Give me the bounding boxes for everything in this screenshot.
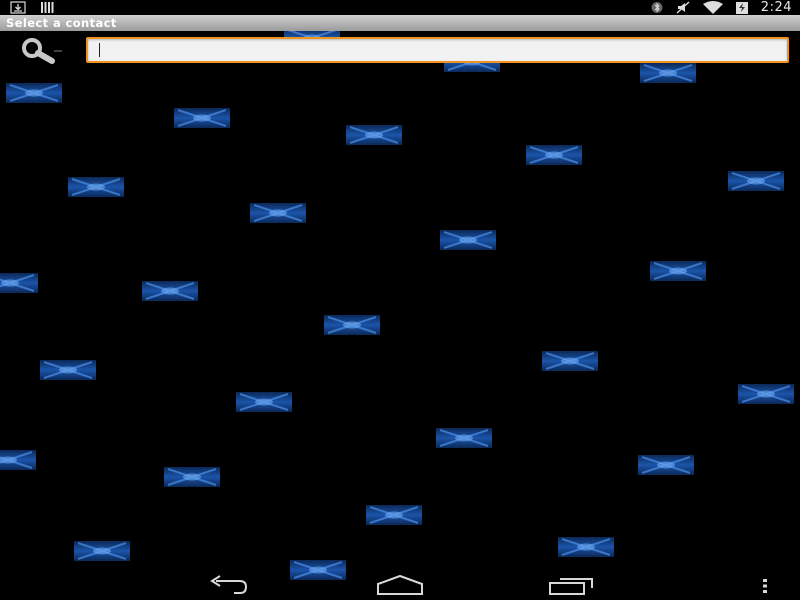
wallpaper-tile	[737, 383, 795, 405]
wallpaper-tile	[141, 280, 199, 302]
silent-mode-icon	[675, 1, 691, 14]
wallpaper-tile	[365, 504, 423, 526]
title-bar: Select a contact	[0, 15, 800, 31]
search-input[interactable]	[88, 39, 787, 62]
wallpaper-tile	[345, 124, 403, 146]
wallpaper-tile	[0, 272, 39, 294]
wallpaper-tile	[649, 260, 707, 282]
wallpaper-tile	[323, 314, 381, 336]
navigation-bar	[0, 568, 800, 600]
wallpaper-tile	[439, 229, 497, 251]
wallpaper-tile	[39, 359, 97, 381]
download-icon	[10, 1, 26, 14]
wallpaper-tile	[0, 449, 37, 471]
home-icon[interactable]	[376, 574, 424, 596]
contact-search-field[interactable]	[86, 37, 789, 63]
text-cursor	[99, 43, 100, 57]
wallpaper-tile	[435, 427, 493, 449]
status-clock: 2:24	[760, 0, 792, 15]
search-icon[interactable]	[16, 37, 68, 65]
wallpaper-tile	[637, 454, 695, 476]
wallpaper-tile	[525, 144, 583, 166]
bluetooth-icon	[651, 1, 663, 14]
recent-apps-icon[interactable]	[548, 574, 596, 596]
wallpaper-tile	[73, 540, 131, 562]
wallpaper-tile	[5, 82, 63, 104]
wallpaper-tile	[541, 350, 599, 372]
wallpaper-tile	[163, 466, 221, 488]
back-icon[interactable]	[206, 574, 252, 596]
wallpaper-tile	[639, 62, 697, 84]
wallpaper-pattern	[0, 27, 795, 581]
wallpaper-tile	[173, 107, 231, 129]
barcode-icon	[40, 2, 56, 13]
status-bar: 2:24	[0, 0, 800, 15]
battery-charging-icon	[735, 1, 749, 14]
wallpaper-tile	[67, 176, 125, 198]
wallpaper-tile	[727, 170, 785, 192]
wallpaper-tile	[235, 391, 293, 413]
wifi-icon	[702, 1, 723, 14]
wallpaper-tile	[249, 202, 307, 224]
wallpaper-tile	[557, 536, 615, 558]
page-title: Select a contact	[6, 16, 117, 30]
menu-icon[interactable]	[762, 578, 768, 594]
